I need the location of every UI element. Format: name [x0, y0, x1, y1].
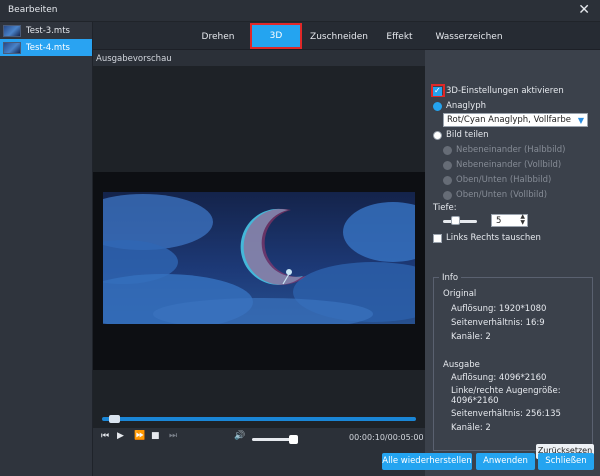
output-channels: Kanäle: 2	[451, 423, 491, 433]
radio-icon	[443, 175, 452, 185]
output-resolution: Auflösung: 4096*2160	[451, 373, 547, 383]
file-name: Test-3.mts	[26, 25, 70, 36]
play-icon[interactable]: ▶	[117, 431, 124, 441]
swap-checkbox[interactable]: Links Rechts tauschen	[433, 233, 541, 243]
split-option-label: Nebeneinander (Vollbild)	[456, 160, 562, 170]
original-title: Original	[443, 289, 477, 299]
tab-crop[interactable]: Zuschneiden	[308, 26, 370, 48]
split-option: Oben/Unten (Vollbild)	[443, 190, 547, 200]
fast-forward-icon[interactable]: ⏩	[134, 431, 145, 441]
editor-main: Drehen 3D Zuschneiden Effekt Wasserzeich…	[93, 22, 600, 476]
apply-button[interactable]: Anwenden	[476, 453, 535, 470]
checkbox-icon	[433, 233, 442, 243]
file-thumbnail	[3, 24, 21, 37]
preview-label: Ausgabevorschau	[96, 54, 172, 64]
settings-panel: 3D-Einstellungen aktivieren Anaglyph Rot…	[425, 50, 600, 476]
radio-icon	[443, 160, 452, 170]
spin-arrows-icon[interactable]: ▲ ▼	[520, 214, 525, 226]
close-icon[interactable]: ✕	[578, 2, 590, 18]
original-channels: Kanäle: 2	[451, 332, 491, 342]
tab-watermark[interactable]: Wasserzeichen	[430, 26, 508, 48]
split-option: Oben/Unten (Halbbild)	[443, 175, 551, 185]
radio-icon	[433, 101, 442, 111]
swap-label: Links Rechts tauschen	[446, 233, 541, 243]
video-frame	[93, 172, 425, 370]
radio-icon	[433, 130, 442, 140]
timeline-track[interactable]	[102, 417, 416, 421]
tab-3d[interactable]: 3D	[250, 23, 302, 49]
anaglyph-radio[interactable]: Anaglyph	[433, 101, 486, 111]
depth-value: 5	[496, 216, 502, 226]
window-title: Bearbeiten	[8, 5, 58, 15]
enable-3d-checkbox[interactable]: 3D-Einstellungen aktivieren	[433, 86, 564, 96]
output-aspect: Seitenverhältnis: 256:135	[451, 409, 561, 419]
stop-icon[interactable]: ■	[151, 431, 160, 441]
radio-icon	[443, 190, 452, 200]
video-image	[103, 192, 415, 324]
file-item[interactable]: Test-4.mts	[0, 39, 92, 56]
radio-icon	[443, 145, 452, 155]
depth-handle[interactable]	[451, 216, 460, 225]
split-option: Nebeneinander (Vollbild)	[443, 160, 561, 170]
split-option-label: Oben/Unten (Vollbild)	[456, 190, 548, 200]
original-resolution: Auflösung: 1920*1080	[451, 304, 547, 314]
depth-slider[interactable]	[443, 220, 477, 223]
timeline-handle[interactable]	[109, 415, 120, 423]
output-eye-size-label: Linke/rechte Augengröße:	[451, 386, 561, 396]
info-title: Info	[439, 273, 462, 283]
split-label: Bild teilen	[446, 130, 489, 140]
volume-icon[interactable]: 🔊	[234, 431, 245, 441]
checkbox-icon	[433, 86, 442, 96]
tab-rotate[interactable]: Drehen	[192, 26, 244, 48]
split-option: Nebeneinander (Halbbild)	[443, 145, 566, 155]
output-eye-size-value: 4096*2160	[451, 396, 499, 406]
tab-bar: Drehen 3D Zuschneiden Effekt Wasserzeich…	[93, 22, 600, 50]
file-name: Test-4.mts	[26, 42, 70, 53]
timecode: 00:00:10/00:05:00	[349, 433, 424, 442]
preview-pane	[93, 66, 425, 428]
title-bar: Bearbeiten ✕	[0, 0, 600, 22]
depth-label: Tiefe:	[433, 203, 457, 213]
split-option-label: Oben/Unten (Halbbild)	[456, 175, 552, 185]
tab-effect[interactable]: Effekt	[377, 26, 422, 48]
enable-3d-label: 3D-Einstellungen aktivieren	[446, 86, 564, 96]
file-list: Test-3.mts Test-4.mts	[0, 22, 93, 476]
split-option-label: Nebeneinander (Halbbild)	[456, 145, 566, 155]
depth-spinbox[interactable]: 5 ▲ ▼	[491, 214, 528, 227]
skip-back-icon[interactable]: ⏮	[101, 431, 109, 441]
output-title: Ausgabe	[443, 360, 480, 370]
next-frame-icon[interactable]: ⏭	[169, 431, 177, 441]
original-aspect: Seitenverhältnis: 16:9	[451, 318, 545, 328]
playback-controls: ⏮ ▶ ⏩ ■ ⏭ 🔊 00:00:10/00:05:00	[93, 428, 425, 448]
file-item[interactable]: Test-3.mts	[0, 22, 92, 39]
reset-all-button[interactable]: Alle wiederherstellen	[382, 453, 472, 470]
volume-handle[interactable]	[289, 435, 298, 444]
split-radio[interactable]: Bild teilen	[433, 130, 489, 140]
bottom-bar: Alle wiederherstellen Anwenden Schließen	[93, 448, 600, 476]
anaglyph-select-value: Rot/Cyan Anaglyph, Vollfarbe	[447, 115, 571, 125]
anaglyph-select[interactable]: Rot/Cyan Anaglyph, Vollfarbe ▼	[443, 113, 588, 127]
anaglyph-label: Anaglyph	[446, 101, 486, 111]
chevron-down-icon: ▼	[577, 116, 584, 125]
file-thumbnail	[3, 41, 21, 54]
close-button[interactable]: Schließen	[538, 453, 594, 470]
